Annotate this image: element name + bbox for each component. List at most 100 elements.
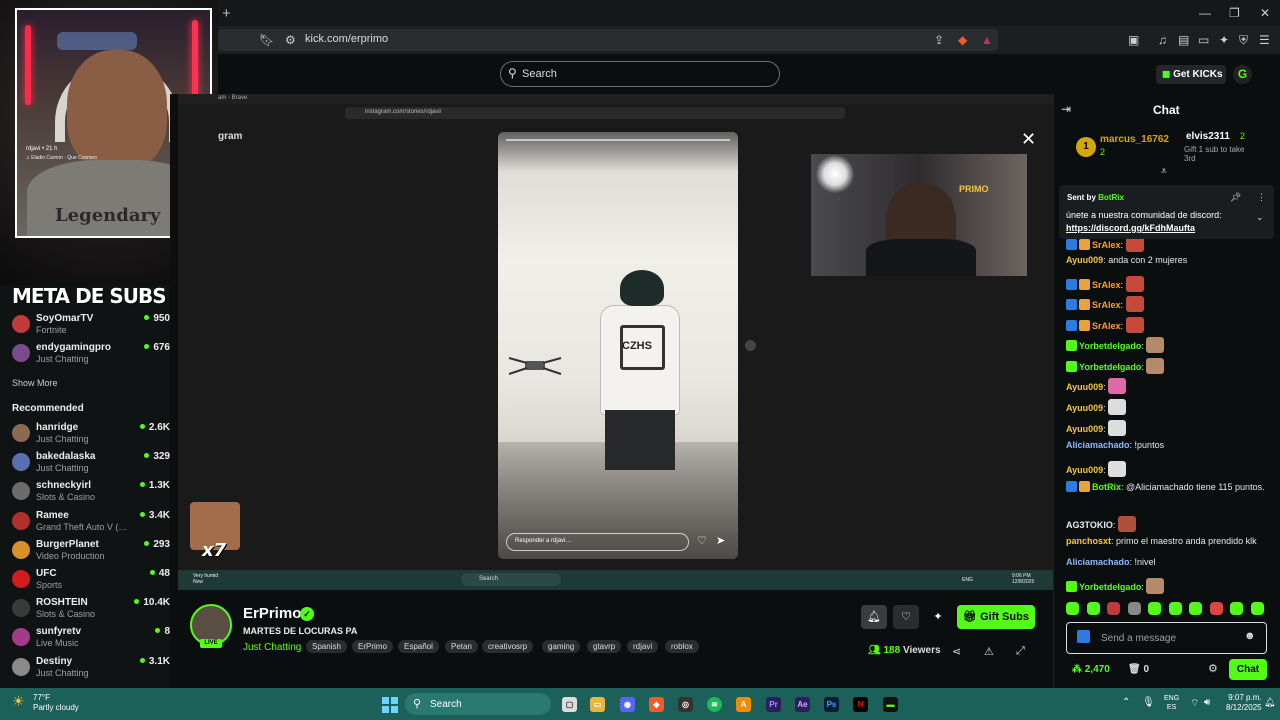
quick-emote-icon[interactable] <box>1189 602 1202 615</box>
wallet-icon[interactable]: ▭ <box>1198 33 1209 47</box>
leo-icon[interactable]: ✦ <box>1219 33 1229 47</box>
share-icon[interactable]: ⇪ <box>934 33 944 47</box>
chat-input[interactable] <box>1066 622 1267 654</box>
chat-username[interactable]: BotRix <box>1092 482 1121 492</box>
collapse-chat-icon[interactable]: ⇥ <box>1061 102 1071 116</box>
identity-badge-icon[interactable] <box>1077 630 1090 643</box>
tag-pill[interactable]: roblox <box>665 640 699 653</box>
sidebar-channel-soyomartv[interactable]: SoyOmarTV Fortnite 950 <box>12 313 170 339</box>
show-more-link[interactable]: Show More <box>12 378 58 388</box>
chat-username[interactable]: Ayuu009 <box>1066 465 1103 475</box>
media-icon[interactable]: ▣ <box>1128 33 1139 47</box>
taskbar-clock[interactable]: 9:07 p.m. 8/12/2025 <box>1226 693 1262 713</box>
notification-bell-button[interactable]: 🔔︎ <box>861 605 887 629</box>
volume-icon[interactable]: 🔊︎ <box>1204 697 1210 708</box>
brave-shields-icon[interactable]: ◆ <box>958 33 967 47</box>
pin-icon[interactable]: 📌︎ <box>1230 192 1241 203</box>
gift-subs-button[interactable]: 🎁︎ Gift Subs <box>957 605 1035 629</box>
quick-emote-icon[interactable] <box>1209 602 1223 615</box>
chat-username[interactable]: Aliciamachado <box>1066 557 1130 567</box>
chat-username[interactable]: SrAlex <box>1092 321 1121 331</box>
clip-icon[interactable]: ⤢ <box>1016 645 1025 658</box>
quick-emote-icon[interactable] <box>1230 602 1243 615</box>
windows-start-icon[interactable] <box>382 697 398 713</box>
tray-chevron-icon[interactable]: ⌃ <box>1122 697 1130 708</box>
photoshop-icon[interactable]: Ps <box>824 697 839 712</box>
chat-username[interactable]: panchosxt <box>1066 536 1111 546</box>
chevron-down-icon[interactable]: ⌄ <box>1256 212 1264 223</box>
maximize-button[interactable]: ❐ <box>1229 6 1240 20</box>
report-icon[interactable]: ⚠ <box>984 645 994 658</box>
premiere-icon[interactable]: Pr <box>766 697 781 712</box>
menu-icon[interactable]: ☰ <box>1259 33 1270 47</box>
music-icon[interactable]: ♫ <box>1158 33 1167 47</box>
chat-username[interactable]: Ayuu009 <box>1066 403 1103 413</box>
kick-app-icon[interactable]: ▬ <box>883 697 898 712</box>
file-explorer-icon[interactable]: ▭ <box>590 697 605 712</box>
get-kicks-button[interactable]: ◼ Get KICKs <box>1156 65 1226 84</box>
stream-category-link[interactable]: Just Chatting <box>243 642 301 653</box>
sidebar-channel-hanridge[interactable]: hanridge Just Chatting 2.6K <box>12 422 170 448</box>
after-effects-icon[interactable]: Ae <box>795 697 810 712</box>
language-indicator[interactable]: ENG ES <box>1164 694 1179 712</box>
sidebar-icon[interactable]: ▤ <box>1178 33 1189 47</box>
chat-username[interactable]: SrAlex <box>1092 300 1121 310</box>
channel-points[interactable]: ⁂ 2,470 <box>1072 664 1110 675</box>
sidebar-channel-ufc[interactable]: UFC Sports 48 <box>12 568 170 594</box>
quick-emote-icon[interactable] <box>1086 602 1100 615</box>
quick-emote-icon[interactable] <box>1168 602 1182 615</box>
quick-emote-icon[interactable] <box>1127 602 1141 615</box>
tag-pill[interactable]: Spanish <box>306 640 347 653</box>
chat-username[interactable]: SrAlex <box>1092 240 1121 250</box>
site-info-icon[interactable]: ⚙︎ <box>285 33 296 47</box>
leaderboard-toggle-icon[interactable]: ⩡ <box>1161 166 1167 177</box>
task-view-icon[interactable]: ▢ <box>562 697 577 712</box>
quick-emote-icon[interactable] <box>1107 602 1120 615</box>
minimize-button[interactable]: — <box>1199 6 1211 20</box>
follow-button[interactable]: ♡ <box>893 605 919 629</box>
app-icon[interactable]: A <box>736 697 751 712</box>
sidebar-channel-destiny[interactable]: Destiny Just Chatting 3.1K <box>12 656 170 682</box>
sidebar-channel-burgerplanet[interactable]: BurgerPlanet Video Production 293 <box>12 539 170 565</box>
pinned-link[interactable]: https://discord.gg/kFdhMaufta <box>1066 223 1195 233</box>
microphone-icon[interactable]: 🎙︎ <box>1142 697 1155 708</box>
weather-icon[interactable]: ☀ <box>12 693 25 710</box>
sidebar-channel-endygamingpro[interactable]: endygamingpro Just Chatting 676 <box>12 342 170 368</box>
more-options-icon[interactable]: ⋮ <box>1257 192 1266 203</box>
tag-pill[interactable]: ErPrimo <box>352 640 393 653</box>
netflix-icon[interactable]: N <box>853 697 868 712</box>
sidebar-channel-bakedalaska[interactable]: bakedalaska Just Chatting 329 <box>12 451 170 477</box>
sparkle-icon[interactable]: ✦ <box>925 605 951 629</box>
chat-message-field[interactable] <box>1101 631 1241 645</box>
kick-logo-icon[interactable]: G <box>1233 65 1252 84</box>
weather-widget[interactable]: 77°F Partly cloudy <box>33 693 79 713</box>
streamer-name[interactable]: ErPrimo <box>243 605 301 622</box>
vpn-icon[interactable]: ⛨ <box>1239 33 1248 48</box>
chat-username[interactable]: Ayuu009 <box>1066 255 1103 265</box>
quick-emote-icon[interactable] <box>1066 602 1079 615</box>
close-window-button[interactable]: ✕ <box>1260 6 1270 20</box>
bookmark-icon[interactable]: 🔖︎ <box>259 33 274 47</box>
chat-send-button[interactable]: Chat <box>1229 659 1267 680</box>
gift-prompt[interactable]: Gift 1 sub to take 3rd <box>1184 145 1256 163</box>
leaderboard-user-1[interactable]: marcus_16762 <box>1100 134 1169 145</box>
tag-pill[interactable]: rdjavi <box>627 640 659 653</box>
tag-pill[interactable]: gaming <box>542 640 581 653</box>
quick-emote-icon[interactable] <box>1148 602 1161 615</box>
discord-icon[interactable]: ◉ <box>620 697 635 712</box>
brave-icon[interactable]: ◆ <box>649 697 664 712</box>
chat-username[interactable]: Yorbetdelgado <box>1079 582 1141 592</box>
sidebar-channel-roshtein[interactable]: ROSHTEIN Slots & Casino 10.4K <box>12 597 170 623</box>
notifications-icon[interactable]: 🔔︎ <box>1264 697 1275 708</box>
chat-username[interactable]: AG3TOKIO <box>1066 520 1113 530</box>
sidebar-channel-schneckyirl[interactable]: schneckyirl Slots & Casino 1.3K <box>12 480 170 506</box>
chat-username[interactable]: Yorbetdelgado <box>1079 341 1141 351</box>
gear-icon[interactable]: ⚙ <box>1208 662 1218 675</box>
chat-username[interactable]: Aliciamachado <box>1066 440 1130 450</box>
sidebar-channel-sunfyretv[interactable]: sunfyretv Live Music 8 <box>12 626 170 652</box>
chat-username[interactable]: Yorbetdelgado <box>1079 362 1141 372</box>
quick-emote-icon[interactable] <box>1250 602 1264 615</box>
chat-username[interactable]: Ayuu009 <box>1066 424 1103 434</box>
url-text[interactable]: kick.com/erprimo <box>305 33 388 45</box>
sidebar-channel-ramee[interactable]: Ramee Grand Theft Auto V (… 3.4K <box>12 510 170 536</box>
